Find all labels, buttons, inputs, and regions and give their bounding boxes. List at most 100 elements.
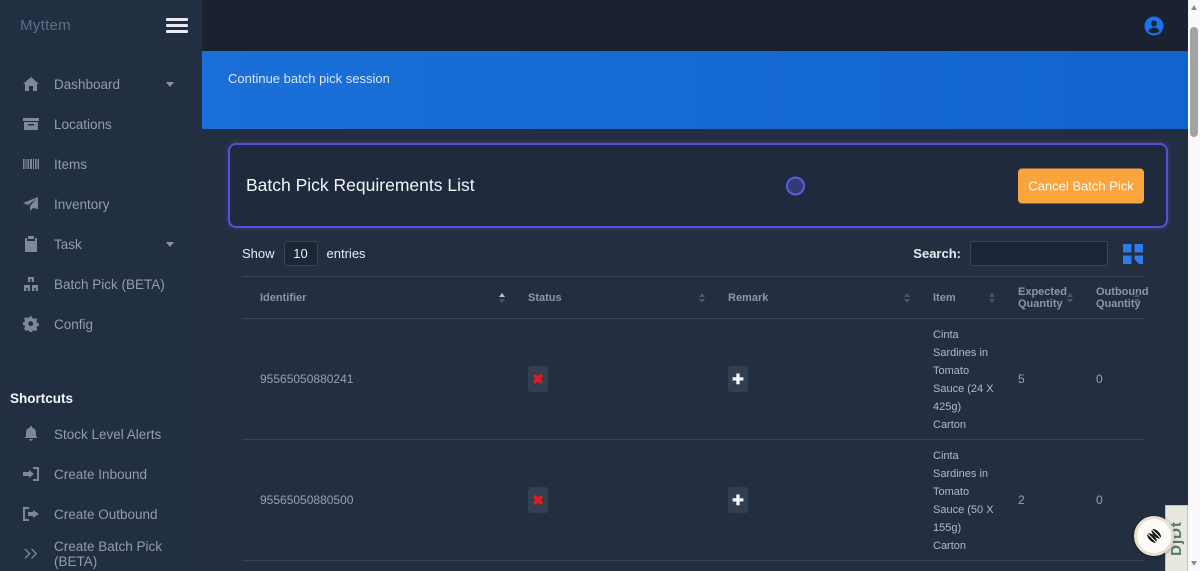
sort-asc-icon [499, 292, 505, 297]
sign-in-icon [22, 465, 40, 483]
cross-icon: ✖ [532, 492, 544, 508]
home-icon [22, 75, 40, 93]
table-controls: Show 10 entries Search: [242, 241, 1145, 266]
identifier-cell: 95565050880241 [260, 372, 354, 386]
item-cell: Cinta Sardines in Tomato Sauce (24 X 425… [933, 329, 994, 431]
shortcut-create-batch-pick[interactable]: Create Batch Pick (BETA) [0, 534, 202, 571]
sidebar-item-locations[interactable]: Locations [0, 104, 202, 144]
shortcuts-heading: Shortcuts [10, 391, 74, 406]
identifier-cell: 95565050880500 [260, 493, 354, 507]
clipboard-icon [22, 235, 40, 253]
plus-icon: ✚ [732, 492, 744, 508]
sort-desc-icon [1134, 298, 1140, 303]
sort-asc-icon [1067, 292, 1073, 297]
scroll-down-icon[interactable] [1190, 561, 1197, 566]
item-cell: Cinta Sardines in Tomato Sauce (50 X 155… [933, 450, 994, 552]
sort-desc-icon [904, 298, 910, 303]
shortcut-label: Create Batch Pick (BETA) [54, 539, 163, 569]
shortcut-create-outbound[interactable]: Create Outbound [0, 494, 202, 534]
sort-icons [499, 292, 505, 303]
search-label: Search: [913, 246, 961, 261]
page-size-select[interactable]: 10 [283, 241, 318, 266]
column-header-expected-quantity[interactable]: Expected Quantity [1000, 276, 1078, 319]
shortcut-label: Create Inbound [54, 466, 148, 482]
sort-desc-icon [699, 298, 705, 303]
sidebar-item-label: Batch Pick (BETA) [54, 276, 165, 292]
sort-desc-icon [1067, 298, 1073, 303]
main-area: Batch Pick Continue batch pick session B… [202, 0, 1188, 571]
top-navbar [202, 0, 1188, 51]
table-row: 95565050880500 ✖ ✚ Cinta Sardines in Tom… [242, 439, 1145, 561]
column-header-status[interactable]: Status [510, 276, 710, 319]
sidebar-item-label: Locations [54, 116, 112, 132]
shortcut-label: Create Outbound [54, 506, 158, 522]
sidebar-item-dashboard[interactable]: Dashboard [0, 64, 202, 104]
sort-icons [1067, 292, 1073, 303]
expected-quantity-cell: 2 [1018, 493, 1025, 507]
archive-box-icon [22, 115, 40, 133]
beans-icon [1147, 528, 1162, 543]
scrollbar-thumb[interactable] [1190, 27, 1198, 137]
chat-launcher-button[interactable] [1134, 516, 1174, 556]
sort-icons [699, 292, 705, 303]
scroll-up-icon[interactable] [1190, 5, 1197, 10]
outbound-quantity-cell: 0 [1096, 493, 1103, 507]
sort-icons [904, 292, 910, 303]
sort-asc-icon [989, 292, 995, 297]
sidebar-item-config[interactable]: Config [0, 304, 202, 344]
sidebar-item-inventory[interactable]: Inventory [0, 184, 202, 224]
entries-label: entries [326, 246, 366, 261]
add-remark-button[interactable]: ✚ [728, 487, 748, 513]
banner-subtitle: Continue batch pick session [228, 71, 390, 86]
sign-out-icon [22, 505, 40, 523]
outbound-quantity-cell: 0 [1096, 372, 1103, 386]
sort-icons [1134, 292, 1140, 303]
sidebar-item-batch-pick[interactable]: Batch Pick (BETA) [0, 264, 202, 304]
sidebar-item-label: Config [54, 316, 94, 332]
sort-desc-icon [499, 298, 505, 303]
column-header-remark[interactable]: Remark [710, 276, 915, 319]
sort-icons [989, 292, 995, 303]
cross-icon: ✖ [532, 371, 544, 387]
bell-icon [22, 425, 40, 443]
sidebar-item-label: Task [54, 236, 82, 252]
sort-desc-icon [989, 298, 995, 303]
sort-asc-icon [1134, 292, 1140, 297]
shortcut-stock-level-alerts[interactable]: Stock Level Alerts [0, 414, 202, 454]
column-header-item[interactable]: Item [915, 276, 1000, 319]
sidebar: Myttem Dashboard Locations Items Invento… [0, 0, 202, 571]
status-failed-button[interactable]: ✖ [528, 366, 548, 392]
sidebar-item-label: Items [54, 156, 88, 172]
loading-spinner-icon [786, 176, 805, 195]
shortcut-label: Stock Level Alerts [54, 426, 162, 442]
cancel-batch-pick-button[interactable]: Cancel Batch Pick [1018, 168, 1144, 203]
shortcut-create-inbound[interactable]: Create Inbound [0, 454, 202, 494]
chevron-down-icon [166, 81, 174, 87]
sidebar-item-items[interactable]: Items [0, 144, 202, 184]
column-header-outbound-quantity[interactable]: Outbound Quantity [1078, 276, 1149, 319]
sidebar-item-task[interactable]: Task [0, 224, 202, 264]
card-title: Batch Pick Requirements List [246, 175, 475, 195]
gear-icon [22, 315, 40, 333]
status-failed-button[interactable]: ✖ [528, 487, 548, 513]
chevron-down-icon [166, 241, 174, 247]
vertical-scrollbar[interactable] [1188, 0, 1200, 571]
menu-toggle-icon[interactable] [166, 15, 188, 37]
user-account-icon[interactable] [1144, 16, 1164, 36]
app-logo: Myttem [20, 17, 71, 34]
column-header-identifier[interactable]: Identifier [242, 276, 510, 319]
sidebar-item-label: Inventory [54, 196, 110, 212]
grid-view-icon[interactable] [1121, 242, 1145, 266]
table-row: 95565050880241 ✖ ✚ Cinta Sardines in Tom… [242, 318, 1145, 440]
sidebar-item-label: Dashboard [54, 76, 121, 92]
send-icon [22, 195, 40, 213]
sort-asc-icon [699, 292, 705, 297]
plus-icon: ✚ [732, 371, 744, 387]
boxes-icon [22, 275, 40, 293]
barcode-icon [22, 155, 40, 173]
add-remark-button[interactable]: ✚ [728, 366, 748, 392]
page-banner: Batch Pick Continue batch pick session [202, 51, 1188, 129]
requirements-table: Identifier Status Remark Item Expected Q… [242, 276, 1149, 571]
show-label: Show [242, 246, 275, 261]
search-input[interactable] [970, 241, 1108, 266]
